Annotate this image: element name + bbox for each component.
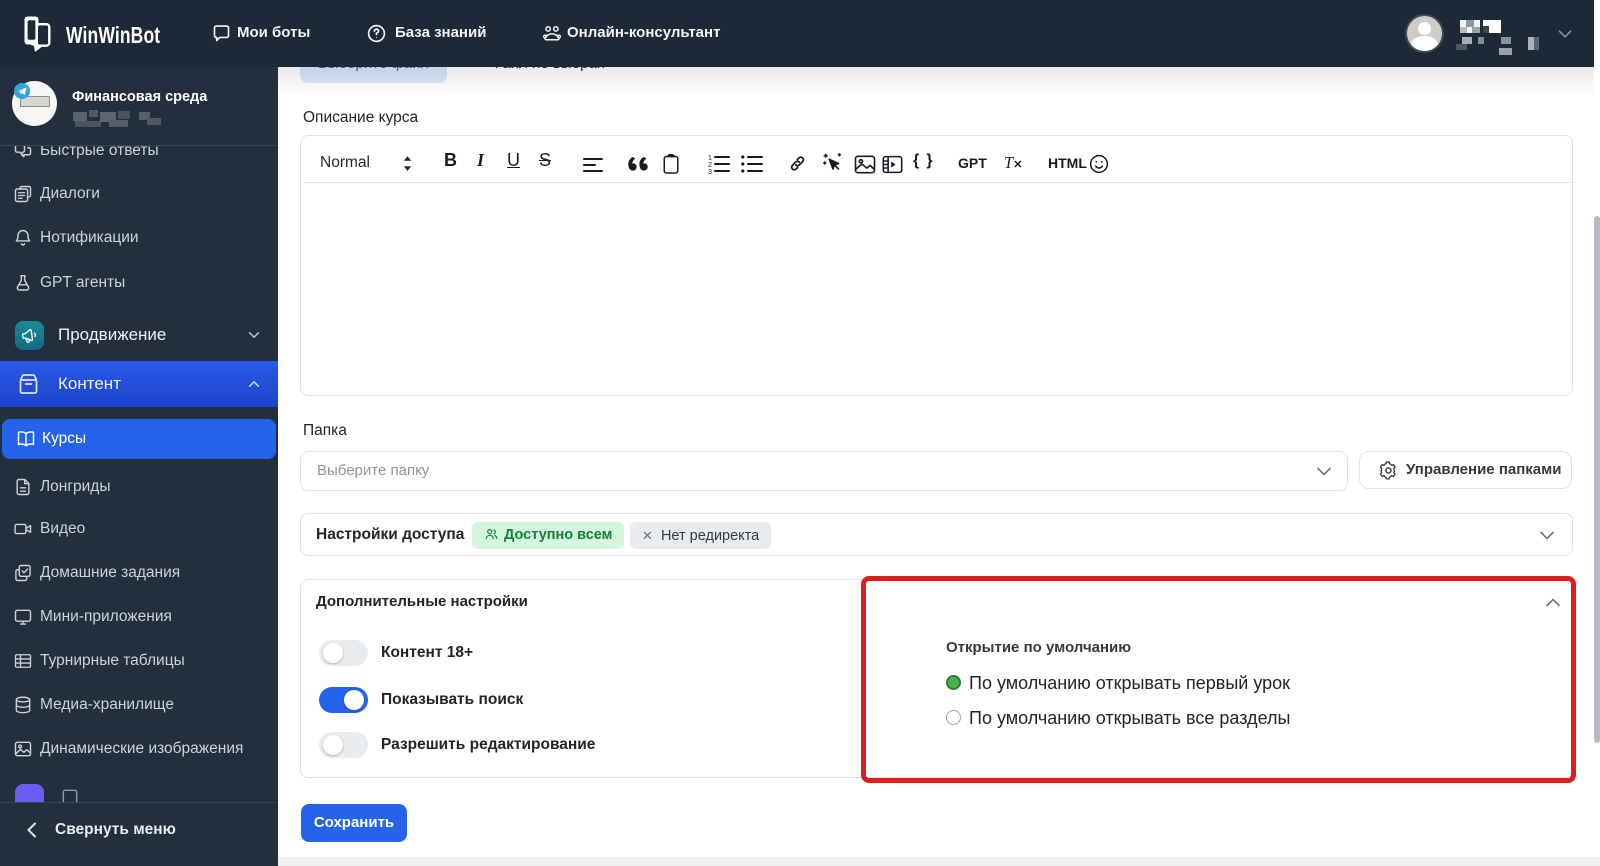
svg-text:3: 3 <box>708 169 712 174</box>
svg-text:1: 1 <box>708 155 712 162</box>
svg-text:2: 2 <box>708 162 712 169</box>
